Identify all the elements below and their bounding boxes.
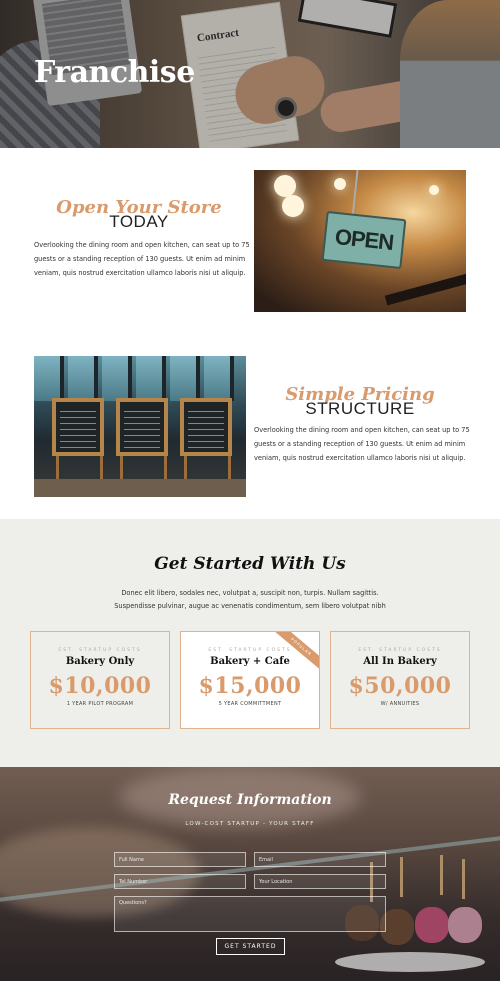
pricing-card-bakery-cafe[interactable]: POPULAR EST. STARTUP COSTS Bakery + Cafe… bbox=[180, 631, 320, 729]
card-name: All In Bakery bbox=[363, 656, 437, 667]
card-price: $15,000 bbox=[198, 673, 302, 699]
card-term: 5 YEAR COMMITTMENT bbox=[218, 701, 282, 707]
pricing-card-bakery-only[interactable]: EST. STARTUP COSTS Bakery Only $10,000 1… bbox=[30, 631, 170, 729]
pricing-body-text: Overlooking the dining room and open kit… bbox=[254, 426, 470, 462]
chalkboards-image bbox=[34, 356, 246, 497]
get-started-button[interactable]: GET STARTED bbox=[216, 938, 285, 955]
hero-title: Franchise bbox=[34, 55, 195, 90]
card-eyebrow: EST. STARTUP COSTS bbox=[358, 648, 442, 653]
get-started-description: Donec elit libero, sodales nec, volutpat… bbox=[114, 589, 386, 610]
pricing-card-all-in[interactable]: EST. STARTUP COSTS All In Bakery $50,000… bbox=[330, 631, 470, 729]
store-body-text: Overlooking the dining room and open kit… bbox=[34, 241, 250, 277]
open-sign-text: OPEN bbox=[333, 224, 395, 255]
location-input[interactable] bbox=[254, 874, 386, 889]
tel-input[interactable] bbox=[114, 874, 246, 889]
card-name: Bakery + Cafe bbox=[210, 656, 290, 667]
store-heading: Open Your Store TODAY bbox=[34, 198, 244, 231]
request-title: Request Information bbox=[168, 792, 332, 808]
get-started-title: Get Started With Us bbox=[154, 554, 346, 574]
pricing-heading: Simple Pricing STRUCTURE bbox=[254, 385, 466, 418]
open-sign-image: OPEN bbox=[254, 170, 466, 312]
card-term: W/ ANNUITIES bbox=[380, 701, 420, 707]
card-term: 1 YEAR PILOT PROGRAM bbox=[66, 701, 134, 707]
hero-banner: Contract Franchise bbox=[0, 0, 500, 148]
request-subtitle: LOW-COST STARTUP - YOUR STAFF bbox=[185, 821, 315, 827]
get-started-section: Get Started With Us Donec elit libero, s… bbox=[0, 519, 500, 767]
card-price: $10,000 bbox=[48, 673, 152, 699]
card-name: Bakery Only bbox=[65, 656, 135, 667]
card-eyebrow: EST. STARTUP COSTS bbox=[58, 648, 142, 653]
open-sign: OPEN bbox=[321, 210, 407, 270]
popular-ribbon: POPULAR bbox=[267, 632, 319, 677]
card-price: $50,000 bbox=[348, 673, 452, 699]
questions-textarea[interactable] bbox=[114, 896, 386, 932]
full-name-input[interactable] bbox=[114, 852, 246, 867]
email-input[interactable] bbox=[254, 852, 386, 867]
request-info-section: Request Information LOW-COST STARTUP - Y… bbox=[0, 767, 500, 981]
